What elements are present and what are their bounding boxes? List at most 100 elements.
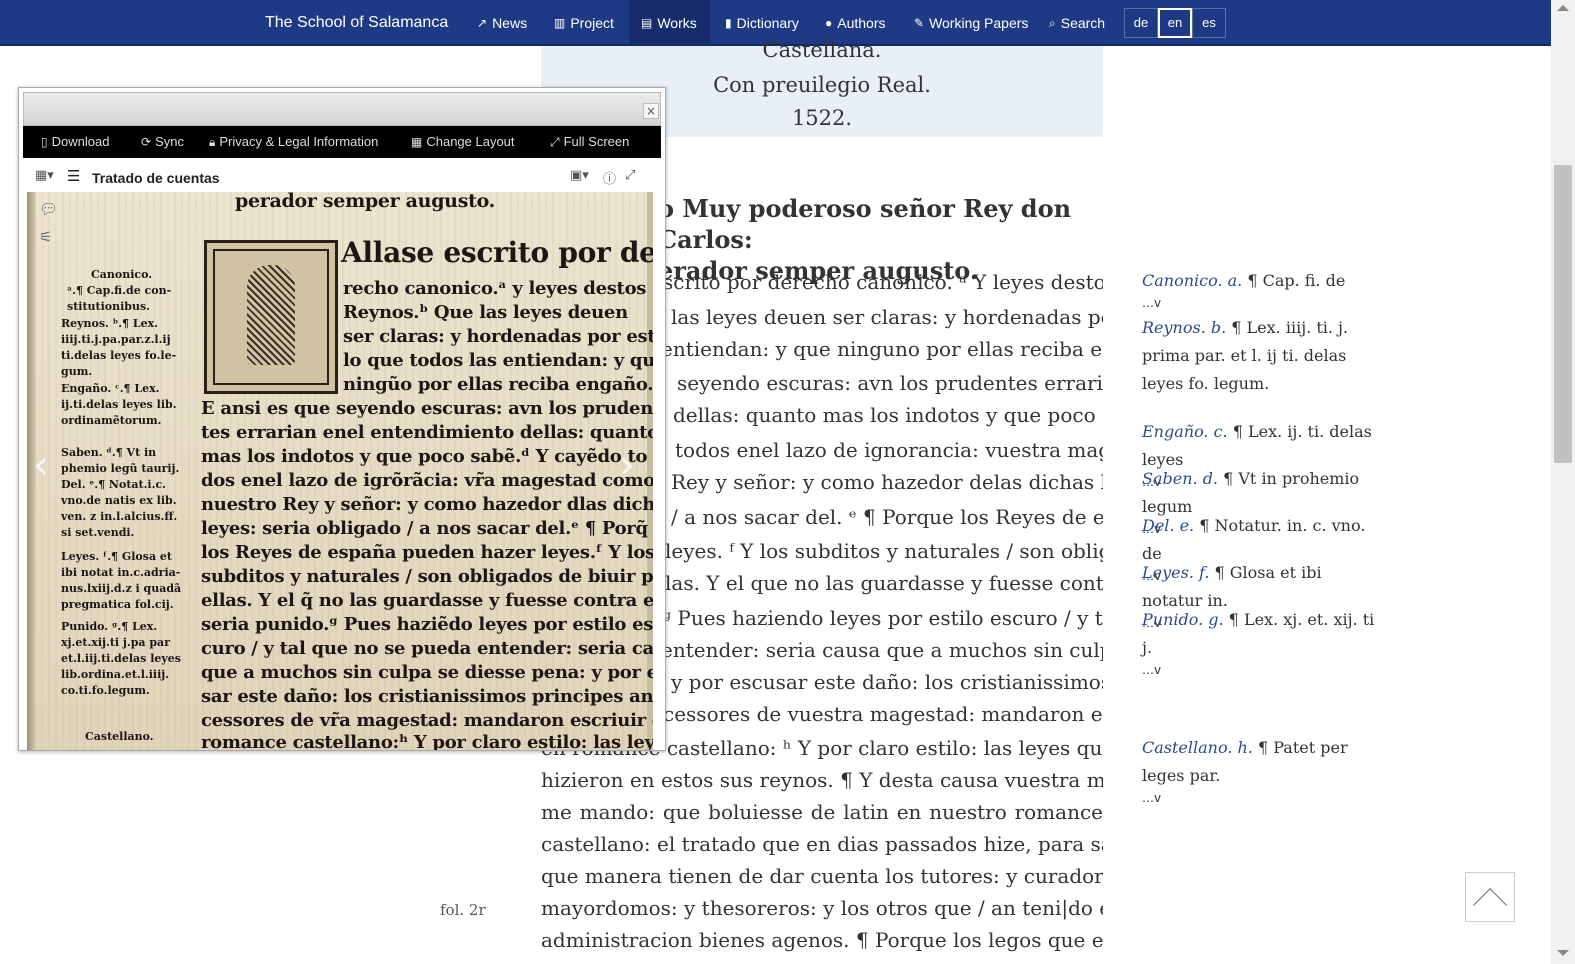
download-icon: ▯ — [41, 135, 48, 149]
chevron-up-icon — [1473, 888, 1507, 922]
full-screen-button[interactable]: ⤢ Full Screen — [550, 126, 629, 158]
text-line: hizieron en estos sus reynos. ¶ Y desta … — [541, 768, 1103, 792]
note-label[interactable]: Saben. d. — [1142, 469, 1218, 488]
scan-margin-line: et.l.iij.ti.delas leyes — [61, 652, 181, 665]
sync-button[interactable]: ⟳ Sync — [141, 126, 184, 158]
scan-margin-line: Del. ᵉ.¶ Notat.i.c. — [61, 478, 166, 491]
image-adjust-icon[interactable]: ⚟ — [39, 228, 52, 246]
scan-margin-line: Saben. ᵈ.¶ Vt in — [61, 446, 157, 459]
note-label[interactable]: Reynos. b. — [1142, 318, 1226, 337]
text-line: administracion bienes agenos. ¶ Porque l… — [541, 928, 1103, 952]
scroll-up-arrow-icon[interactable] — [1557, 5, 1569, 11]
expand-note-icon[interactable]: …v — [1142, 790, 1385, 806]
scan-line: cessores de vr̃a magestad: mandaron escr… — [201, 710, 653, 731]
viewer-titlebar[interactable]: × — [23, 92, 661, 126]
saint-figure-illustration — [247, 265, 295, 365]
viewer-title: Tratado de cuentas — [92, 170, 220, 186]
scan-margin-line: vno.de natis ex lib. — [61, 494, 177, 507]
scan-margin-line: nus.lxiij.d.z i quadã — [61, 582, 182, 595]
scan-margin-line: ibi notat in.c.adria- — [61, 566, 181, 579]
lang-es[interactable]: es — [1192, 8, 1226, 38]
expand-note-icon[interactable]: …v — [1142, 295, 1385, 311]
scan-margin-line: ti.delas leyes fo.le- — [61, 349, 177, 362]
scan-line: recho canonico.ᵃ y leyes destos — [343, 278, 647, 299]
note-text: ¶ Cap. fi. de — [1242, 271, 1346, 290]
scan-margin-line: iiij.ti.j.pa.par.z.l.ij — [61, 333, 171, 346]
prev-page-icon[interactable]: ‹ — [33, 442, 49, 488]
note-label[interactable]: Canonico. a. — [1142, 271, 1242, 290]
privacy-button[interactable]: 🔒︎ Privacy & Legal Information — [209, 126, 378, 158]
scan-margin-line: Castellano. — [85, 730, 154, 743]
text-line: me mando: que boluiesse de latin en nues… — [541, 800, 1103, 824]
lock-icon: 🔒︎ — [209, 135, 216, 149]
scan-line: Reynos.ᵇ Que las leyes deuen — [343, 302, 628, 323]
menu-icon[interactable]: ☰ — [67, 167, 80, 185]
marginal-note[interactable]: Reynos. b. ¶ Lex. iiij. ti. j. prima par… — [1142, 314, 1385, 398]
viewer-toolbar: ▯ Download ⟳ Sync 🔒︎ Privacy & Legal Inform… — [23, 126, 661, 158]
scan-margin-line: ven. z in.l.alcius.ff. — [61, 510, 178, 523]
institution-icon: ▥ — [554, 16, 566, 30]
site-brand[interactable]: The School of Salamanca — [265, 14, 448, 32]
image-viewer-dialog[interactable]: × ▯ Download ⟳ Sync 🔒︎ Privacy & Legal Info… — [18, 87, 666, 751]
decorated-initial — [204, 240, 338, 394]
scan-margin-line: xj.et.xij.ti j.pa par — [61, 636, 170, 649]
scan-margin-line: Canonico. — [91, 268, 153, 281]
nav-works-label: Works — [657, 15, 697, 31]
marginal-note[interactable]: Punido. g. ¶ Lex. xj. et. xij. ti j. …v — [1142, 606, 1385, 678]
privacy-label: Privacy & Legal Information — [219, 134, 379, 149]
scan-margin-line: Leyes. ᶠ.¶ Glosa et — [61, 550, 172, 563]
folio-link[interactable]: fol. 2r — [440, 901, 486, 919]
close-icon[interactable]: × — [643, 103, 659, 119]
scan-line: leyes: seria obligado / a nos sacar del.… — [201, 518, 648, 539]
lang-de[interactable]: de — [1124, 8, 1158, 38]
page-scrollbar[interactable] — [1551, 0, 1575, 964]
pencil-icon: ✎ — [914, 16, 925, 30]
marginal-note[interactable]: Canonico. a. ¶ Cap. fi. de …v — [1142, 267, 1385, 311]
share-icon: ↗ — [477, 16, 488, 30]
scan-line: mas los indotos y que poco sabẽ.ᵈ Y cayẽ… — [201, 446, 648, 467]
scan-margin-line: ordinamẽtorum. — [61, 414, 162, 427]
expand-note-icon[interactable]: …v — [1142, 662, 1385, 678]
sync-label: Sync — [155, 134, 184, 149]
scan-line: romance castellano:ʰ Y por claro estilo:… — [201, 732, 653, 750]
scan-line: nuestro Rey y señor: y como hazedor dlas… — [201, 494, 653, 515]
note-label[interactable]: Del. e. — [1142, 516, 1194, 535]
download-button[interactable]: ▯ Download — [41, 126, 109, 158]
title-line: Castellana. — [762, 38, 882, 62]
info-icon[interactable]: ⓘ — [603, 168, 616, 187]
manuscript-scan[interactable]: perador semper augusto. Allase escrito p… — [27, 192, 653, 750]
image-tools-icon[interactable]: ▣▾ — [570, 168, 589, 183]
annotation-icon[interactable]: 💬︎ — [39, 200, 58, 218]
nav-search-label: Search — [1060, 15, 1106, 31]
window-options-icon[interactable]: ▦▾ — [35, 168, 54, 183]
scan-line: E ansi es que seyendo escuras: avn los p… — [201, 398, 653, 419]
marginal-note[interactable]: Castellano. h. ¶ Patet per leges par. …v — [1142, 734, 1385, 806]
scan-margin-line: Engaño. ᶜ.¶ Lex. — [61, 382, 160, 395]
note-label[interactable]: Leyes. f. — [1142, 563, 1209, 582]
nav-news-label: News — [492, 15, 528, 31]
expand-icon[interactable]: ⤢ — [625, 168, 635, 183]
scroll-down-arrow-icon[interactable] — [1557, 950, 1569, 956]
search-icon: ⌕ — [1049, 15, 1056, 30]
scan-margin-line: Punido. ᵍ.¶ Lex. — [61, 620, 158, 633]
scroll-thumb[interactable] — [1554, 165, 1572, 463]
scan-margin-line: ij.ti.delas leyes lib. — [61, 398, 177, 411]
note-label[interactable]: Engaño. c. — [1142, 422, 1228, 441]
scan-line: sar este daño: los cristianissimos princ… — [201, 686, 653, 707]
scan-margin-line: lib.ordina.et.l.iiij. — [61, 668, 170, 681]
text-line: que manera tienen de dar cuenta los tuto… — [541, 864, 1103, 888]
nav-news[interactable]: ↗ News — [465, 0, 539, 46]
scan-margin-line: si set.vendi. — [61, 526, 135, 539]
scan-line: ellas. Y el q̃ no las guardasse y fuesse… — [201, 590, 653, 611]
scan-line: lo que todos las entiendan: y que — [343, 350, 653, 371]
lang-en[interactable]: en — [1158, 8, 1192, 38]
note-label[interactable]: Castellano. h. — [1142, 738, 1253, 757]
layout-icon: ▦ — [411, 135, 423, 149]
full-screen-label: Full Screen — [563, 134, 630, 149]
change-layout-button[interactable]: ▦ Change Layout — [411, 126, 515, 158]
text-line: mayordomos: y thesoreros: y los otros qu… — [541, 896, 1103, 920]
back-to-top-button[interactable] — [1465, 872, 1515, 922]
note-label[interactable]: Punido. g. — [1142, 610, 1224, 629]
scan-margin-line: co.ti.fo.legum. — [61, 684, 150, 697]
next-page-icon[interactable]: › — [619, 442, 635, 488]
